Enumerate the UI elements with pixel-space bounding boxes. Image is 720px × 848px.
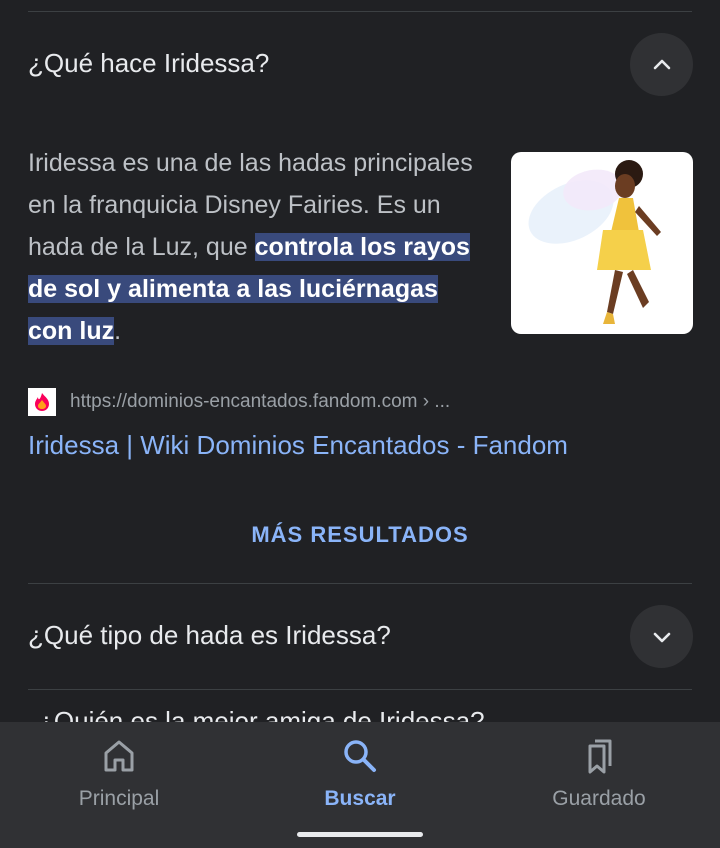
result-title-link[interactable]: Iridessa | Wiki Dominios Encantados - Fa…	[28, 430, 568, 461]
more-results-button[interactable]: MÁS RESULTADOS	[0, 522, 720, 548]
expand-button[interactable]	[630, 605, 693, 668]
nav-principal[interactable]: Principal	[19, 738, 219, 811]
faq-divider-2	[28, 689, 692, 690]
search-icon	[344, 740, 376, 772]
home-indicator	[297, 832, 423, 837]
nav-buscar[interactable]: Buscar	[260, 738, 460, 811]
fairy-image	[528, 160, 661, 324]
collapse-button[interactable]	[630, 33, 693, 96]
answer-end: .	[114, 317, 122, 345]
bottom-navigation: Principal Buscar Guardado	[0, 722, 720, 848]
nav-guardado[interactable]: Guardado	[499, 738, 699, 811]
faq-divider-1	[28, 583, 692, 584]
chevron-down-icon	[653, 632, 670, 642]
source-url: https://dominios-encantados.fandom.com ›…	[70, 391, 451, 412]
nav-principal-label: Principal	[78, 787, 160, 810]
top-divider	[28, 11, 692, 12]
fandom-favicon	[28, 388, 56, 416]
nav-guardado-label: Guardado	[552, 787, 646, 810]
chevron-up-icon	[653, 59, 670, 69]
bookmarks-icon	[588, 739, 612, 774]
nav-buscar-label: Buscar	[324, 787, 396, 810]
faq-question-1[interactable]: ¿Qué hace Iridessa?	[28, 48, 269, 79]
faq-question-2[interactable]: ¿Qué tipo de hada es Iridessa?	[28, 620, 391, 651]
home-icon	[104, 740, 134, 772]
faq-answer: Iridessa es una de las hadas principales…	[28, 142, 488, 352]
fairy-thumbnail[interactable]	[511, 152, 693, 334]
source-row[interactable]: https://dominios-encantados.fandom.com ›…	[28, 388, 450, 416]
